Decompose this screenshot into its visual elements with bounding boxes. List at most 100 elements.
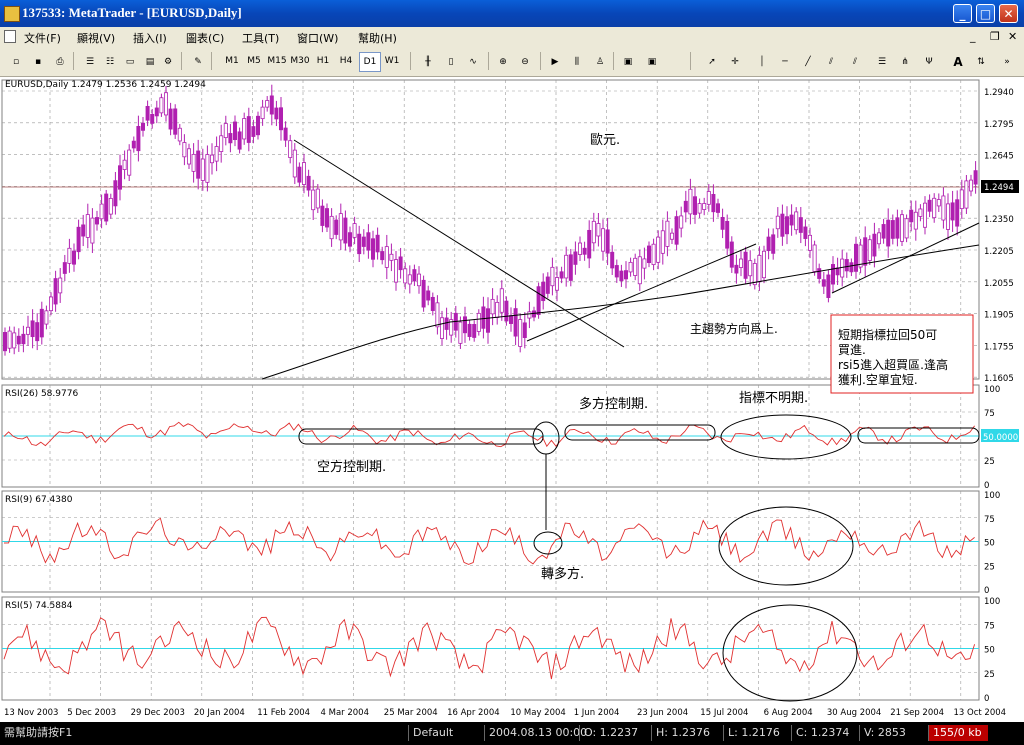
indicators-icon[interactable]: ♙: [590, 52, 610, 72]
candle-body: [775, 215, 780, 230]
candle-body: [679, 215, 684, 229]
andrews-pitchfork-icon[interactable]: Ψ: [919, 52, 939, 72]
text-tool-icon[interactable]: A: [948, 52, 968, 72]
candle-body: [85, 214, 90, 238]
templates-icon[interactable]: ▣: [642, 52, 662, 72]
menu-help[interactable]: 幫助(H): [358, 30, 397, 46]
candle-body: [255, 115, 260, 136]
maximize-button[interactable]: □: [976, 4, 995, 23]
menu-chart[interactable]: 圖表(C): [186, 30, 224, 46]
turn-bullish-circle: [533, 531, 563, 555]
candle-body: [72, 250, 77, 265]
line-chart-icon[interactable]: ∿: [463, 52, 483, 72]
candle-body: [596, 223, 601, 237]
date-tick-label: 13 Oct 2004: [954, 708, 1007, 718]
date-tick-label: 15 Jul 2004: [700, 708, 748, 718]
candle-body: [867, 239, 872, 261]
rsi-level-label: 25: [984, 670, 995, 680]
close-button[interactable]: ✕: [999, 4, 1018, 23]
candle-body: [292, 149, 297, 178]
properties-icon[interactable]: ⚙: [158, 52, 178, 72]
timeframe-h4[interactable]: H4: [335, 52, 357, 70]
expert-advisor-icon[interactable]: ✎: [188, 52, 208, 72]
regression-channel-icon[interactable]: ⫽: [845, 52, 865, 72]
terminal-icon[interactable]: ▭: [120, 52, 140, 72]
timeframe-m30[interactable]: M30: [289, 52, 311, 70]
timeframe-m5[interactable]: M5: [243, 52, 265, 70]
horizontal-line-icon[interactable]: ─: [775, 52, 795, 72]
navigator-icon[interactable]: ☷: [100, 52, 120, 72]
candle-body: [49, 296, 54, 312]
timeframe-d1[interactable]: D1: [359, 52, 381, 72]
minimize-button[interactable]: _: [953, 4, 972, 23]
candle-body: [628, 261, 633, 273]
candle-body: [619, 270, 624, 282]
menu-view[interactable]: 顯視(V): [77, 30, 115, 46]
menu-file[interactable]: 文件(F): [24, 30, 61, 46]
candle-body: [205, 154, 210, 183]
trendline-icon[interactable]: ╱: [798, 52, 818, 72]
fibonacci-icon[interactable]: ☰: [872, 52, 892, 72]
print-icon[interactable]: ⎙: [50, 52, 70, 72]
more-tools-icon[interactable]: »: [997, 52, 1017, 72]
mdi-restore-icon[interactable]: ❐: [990, 30, 1000, 43]
candlestick-icon[interactable]: ▯: [441, 52, 461, 72]
menu-tools[interactable]: 工具(T): [242, 30, 279, 46]
market-watch-icon[interactable]: ☰: [80, 52, 100, 72]
zoom-in-icon[interactable]: ⊕: [493, 52, 513, 72]
bar-chart-icon[interactable]: ╫: [418, 52, 438, 72]
rsi-level-label: 25: [984, 562, 995, 572]
zoom-out-icon[interactable]: ⊖: [515, 52, 535, 72]
crosshair-icon[interactable]: ✛: [725, 52, 745, 72]
note-text: 買進.: [838, 343, 866, 357]
candle-body: [495, 301, 500, 318]
arrow-tool-icon[interactable]: ⇅: [971, 52, 991, 72]
timeframe-w1[interactable]: W1: [381, 52, 403, 70]
candle-body: [697, 203, 702, 214]
candle-body: [421, 279, 426, 308]
candle-body: [890, 220, 895, 239]
candle-body: [670, 232, 675, 240]
timeframe-m15[interactable]: M15: [266, 52, 288, 70]
auto-scroll-icon[interactable]: ▶: [545, 52, 565, 72]
new-chart-icon[interactable]: ▫: [6, 52, 26, 72]
candle-body: [642, 258, 647, 269]
periods-icon[interactable]: ▣: [618, 52, 638, 72]
candle-body: [297, 166, 302, 183]
candle-body: [182, 142, 187, 158]
save-icon[interactable]: ▪: [28, 52, 48, 72]
document-icon[interactable]: [4, 30, 16, 43]
candle-body: [393, 259, 398, 283]
timeframe-m1[interactable]: M1: [221, 52, 243, 70]
status-profile[interactable]: Default: [408, 725, 484, 741]
chart-window[interactable]: 1.29401.27951.26451.25001.23501.22051.20…: [0, 77, 1024, 722]
chart-shift-icon[interactable]: ⫼: [567, 52, 587, 72]
menu-insert[interactable]: 插入(I): [133, 30, 167, 46]
gann-fan-icon[interactable]: ⋔: [895, 52, 915, 72]
timeframe-h1[interactable]: H1: [312, 52, 334, 70]
window-title: 137533: MetaTrader - [EURUSD,Daily]: [22, 5, 242, 20]
status-low: L: 1.2176: [723, 725, 791, 741]
status-open: O: 1.2237: [579, 725, 651, 741]
candle-body: [702, 203, 707, 210]
chart-canvas[interactable]: 1.29401.27951.26451.25001.23501.22051.20…: [0, 77, 1024, 722]
candle-body: [324, 208, 329, 228]
mdi-minimize-icon[interactable]: _: [970, 30, 976, 43]
cursor-icon[interactable]: ➚: [702, 52, 722, 72]
menu-window[interactable]: 窗口(W): [297, 30, 338, 46]
vertical-line-icon[interactable]: │: [752, 52, 772, 72]
history-icon[interactable]: ▤: [140, 52, 160, 72]
mdi-close-icon[interactable]: ✕: [1008, 30, 1017, 43]
candle-body: [918, 208, 923, 217]
candle-body: [624, 270, 629, 280]
status-datetime: 2004.08.13 00:00: [484, 725, 587, 741]
equidistant-channel-icon[interactable]: ⫽: [821, 52, 841, 72]
candle-body: [555, 277, 560, 291]
candle-body: [904, 218, 909, 239]
title-bar: 137533: MetaTrader - [EURUSD,Daily] _ □ …: [0, 0, 1024, 27]
candle-body: [53, 278, 58, 305]
candle-body: [656, 236, 661, 263]
candle-body: [246, 116, 251, 143]
candle-body: [416, 273, 421, 287]
candle-body: [614, 265, 619, 278]
